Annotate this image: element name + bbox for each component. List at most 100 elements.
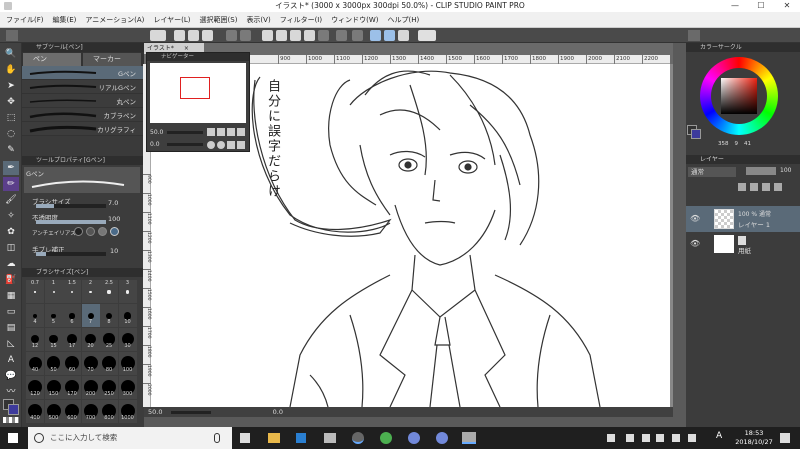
brush-tool-icon[interactable]: 🖌 <box>3 193 19 207</box>
transparent-color-swatch[interactable] <box>3 417 19 423</box>
chrome-icon[interactable] <box>380 432 392 444</box>
saturation-value-square[interactable] <box>721 78 757 114</box>
decoration-tool-icon[interactable]: ✿ <box>3 225 19 239</box>
menu-layer[interactable]: レイヤー(L) <box>153 12 190 27</box>
special-ruler-snap-icon[interactable] <box>384 30 395 41</box>
menu-animation[interactable]: アニメーション(A) <box>85 12 144 27</box>
people-icon[interactable] <box>607 434 615 442</box>
save-icon[interactable] <box>202 30 213 41</box>
pen-tool-icon[interactable]: ✒ <box>3 161 19 175</box>
brush-size-option[interactable]: 120 <box>26 376 44 399</box>
brush-size-option[interactable]: 60 <box>63 352 81 375</box>
brush-size-option[interactable]: 3 <box>118 280 137 303</box>
mail-icon[interactable] <box>324 433 336 443</box>
operation-tool-icon[interactable]: ➤ <box>3 79 19 93</box>
fill-tool-icon[interactable]: ⛽ <box>3 273 19 287</box>
maximize-button[interactable]: ☐ <box>748 0 774 12</box>
lasso-tool-icon[interactable]: ◌ <box>3 127 19 141</box>
layer-row[interactable]: 👁 100 % 通常 レイヤー 1 <box>686 206 800 232</box>
task-view-icon[interactable] <box>240 433 250 443</box>
fit-view-icon[interactable] <box>227 128 235 136</box>
antialias-options[interactable] <box>74 227 138 236</box>
zoom-out-icon[interactable] <box>217 128 225 136</box>
brush-size-option[interactable]: 500 <box>44 400 63 423</box>
invert-selection-icon[interactable] <box>352 30 363 41</box>
undo-icon[interactable] <box>226 30 237 41</box>
taskbar-search-box[interactable]: ここに入力して検索 <box>28 427 232 449</box>
brush-size-option[interactable]: 2.5 <box>100 280 118 303</box>
brush-size-option[interactable]: 20 <box>81 328 100 351</box>
transform-icon[interactable] <box>304 30 315 41</box>
menu-file[interactable]: ファイル(F) <box>6 12 44 27</box>
navigator-rotate-slider[interactable] <box>167 143 203 146</box>
sub-color-chip[interactable] <box>691 129 701 139</box>
status-angle[interactable]: 0.0 <box>273 408 283 416</box>
status-zoom[interactable]: 50.0 <box>148 408 162 416</box>
flip-vertical-icon[interactable] <box>237 141 245 149</box>
hand-tool-icon[interactable]: ✋ <box>3 63 19 77</box>
rotate-left-icon[interactable] <box>207 141 215 149</box>
volume-icon[interactable] <box>688 434 696 442</box>
layer-opacity-value[interactable]: 100 <box>780 167 791 174</box>
text-tool-icon[interactable]: A <box>3 353 19 367</box>
brush-size-option[interactable]: 4 <box>26 304 44 327</box>
clip-studio-icon[interactable] <box>150 30 166 41</box>
brush-size-option[interactable]: 1000 <box>118 400 137 423</box>
brush-size-option[interactable]: 5 <box>44 304 63 327</box>
visibility-eye-icon[interactable]: 👁 <box>690 214 700 223</box>
brush-size-option[interactable]: 17 <box>63 328 81 351</box>
frame-tool-icon[interactable]: ▤ <box>3 321 19 335</box>
layer-row[interactable]: 👁 用紙 <box>686 233 800 255</box>
vertical-scrollbar[interactable] <box>670 64 673 407</box>
wifi-icon[interactable] <box>672 434 680 442</box>
menu-edit[interactable]: 編集(E) <box>53 12 77 27</box>
stabilization-slider[interactable] <box>36 252 106 256</box>
brush-size-option[interactable]: 8 <box>100 304 118 327</box>
opacity-value[interactable]: 100 <box>108 215 120 223</box>
brush-size-option[interactable]: 0.7 <box>26 280 44 303</box>
correct-line-tool-icon[interactable]: 〰 <box>3 385 19 399</box>
brush-size-option[interactable]: 25 <box>100 328 118 351</box>
help-icon[interactable] <box>418 30 436 41</box>
file-explorer-icon[interactable] <box>268 433 280 443</box>
zoom-in-icon[interactable] <box>207 128 215 136</box>
brush-size-option[interactable]: 300 <box>118 376 137 399</box>
eyedropper-tool-icon[interactable]: ✎ <box>3 143 19 157</box>
brush-size-option[interactable]: 6 <box>63 304 81 327</box>
status-zoom-slider[interactable] <box>170 410 211 414</box>
clip-studio-paint-taskbar-icon[interactable] <box>462 432 476 444</box>
clock[interactable]: 18:53 2018/10/27 <box>734 429 774 447</box>
color-wheel[interactable] <box>700 57 778 135</box>
move-tool-icon[interactable]: ✥ <box>3 95 19 109</box>
redo-icon[interactable] <box>240 30 251 41</box>
brush-size-option[interactable]: 1.5 <box>63 280 81 303</box>
eraser-tool-icon[interactable]: ◫ <box>3 241 19 255</box>
rotate-right-icon[interactable] <box>217 141 225 149</box>
open-file-icon[interactable] <box>188 30 199 41</box>
brush-size-option[interactable]: 30 <box>118 328 137 351</box>
menu-window[interactable]: ウィンドウ(W) <box>331 12 378 27</box>
sub-color-swatch[interactable] <box>8 404 19 415</box>
deselect-icon[interactable] <box>318 30 329 41</box>
ime-indicator[interactable]: A <box>716 431 722 441</box>
brush-size-option[interactable]: 800 <box>100 400 118 423</box>
blend-mode-select[interactable]: 通常 <box>688 167 736 177</box>
brush-size-option[interactable]: 600 <box>63 400 81 423</box>
brush-item-g-pen[interactable]: Gペン <box>22 66 144 80</box>
menu-view[interactable]: 表示(V) <box>246 12 270 27</box>
brush-item-calligraphy[interactable]: カリグラフィ <box>22 122 144 136</box>
airbrush-tool-icon[interactable]: ✧ <box>3 209 19 223</box>
discord-icon[interactable] <box>436 432 448 444</box>
grid-snap-icon[interactable] <box>398 30 409 41</box>
brush-size-option[interactable]: 2 <box>81 280 100 303</box>
ruler-tool-icon[interactable]: ◺ <box>3 337 19 351</box>
brush-item-kabura-pen[interactable]: カブラペン <box>22 108 144 122</box>
opacity-slider[interactable] <box>36 220 106 224</box>
menu-filter[interactable]: フィルター(I) <box>280 12 322 27</box>
chevron-up-icon[interactable] <box>626 434 634 442</box>
fill-icon[interactable] <box>290 30 301 41</box>
menu-selection[interactable]: 選択範囲(S) <box>200 12 238 27</box>
tool-panel-toggle-icon[interactable] <box>6 30 18 41</box>
brush-size-option[interactable]: 700 <box>81 400 100 423</box>
brush-size-option[interactable]: 50 <box>44 352 63 375</box>
